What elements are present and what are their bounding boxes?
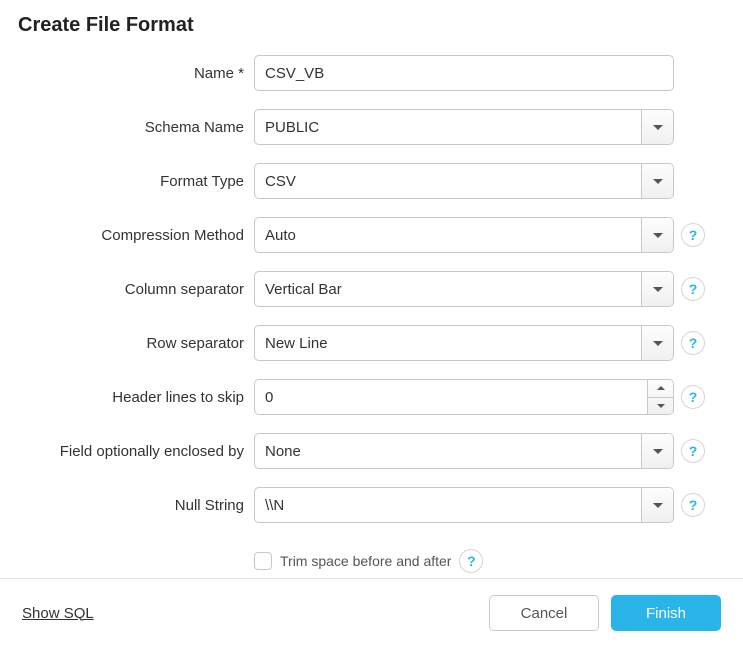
help-icon[interactable]: ? [681,439,705,463]
format-type-select[interactable]: CSV [254,163,674,199]
null-string-dropdown-button[interactable] [641,488,673,522]
row-schema: Schema Name PUBLIC [0,109,739,145]
enclosed-by-value: None [255,443,641,460]
trim-checkbox[interactable] [254,552,272,570]
help-icon[interactable]: ? [459,549,483,573]
schema-select[interactable]: PUBLIC [254,109,674,145]
row-sep-value: New Line [255,335,641,352]
row-compression: Compression Method Auto ? [0,217,739,253]
chevron-down-icon [653,125,663,130]
help-icon[interactable]: ? [681,493,705,517]
row-sep-dropdown-button[interactable] [641,326,673,360]
row-null-string: Null String \\N ? [0,487,739,523]
show-sql-link[interactable]: Show SQL [22,605,94,622]
label-enclosed-by: Field optionally enclosed by [0,443,254,460]
help-icon[interactable]: ? [681,223,705,247]
name-input[interactable] [254,55,674,91]
triangle-down-icon [657,404,665,408]
col-sep-select[interactable]: Vertical Bar [254,271,674,307]
label-schema: Schema Name [0,119,254,136]
row-enclosed-by: Field optionally enclosed by None ? [0,433,739,469]
label-format-type: Format Type [0,173,254,190]
compression-value: Auto [255,227,641,244]
header-skip-stepper[interactable]: 0 [254,379,674,415]
row-trim: Trim space before and after ? [0,541,739,577]
row-col-sep: Column separator Vertical Bar ? [0,271,739,307]
spin-down-button[interactable] [648,398,673,415]
chevron-down-icon [653,233,663,238]
triangle-up-icon [657,386,665,390]
help-icon[interactable]: ? [681,277,705,301]
row-header-skip: Header lines to skip 0 ? [0,379,739,415]
label-header-skip: Header lines to skip [0,389,254,406]
dialog-header: Create File Format [0,0,743,45]
header-skip-spinner [647,380,673,414]
finish-button[interactable]: Finish [611,595,721,631]
label-compression: Compression Method [0,227,254,244]
help-icon[interactable]: ? [681,385,705,409]
trim-label: Trim space before and after [280,553,451,569]
format-type-dropdown-button[interactable] [641,164,673,198]
col-sep-value: Vertical Bar [255,281,641,298]
null-string-select[interactable]: \\N [254,487,674,523]
label-name: Name * [0,65,254,82]
enclosed-by-select[interactable]: None [254,433,674,469]
chevron-down-icon [653,449,663,454]
chevron-down-icon [653,179,663,184]
label-row-sep: Row separator [0,335,254,352]
spin-up-button[interactable] [648,380,673,398]
row-row-sep: Row separator New Line ? [0,325,739,361]
null-string-value: \\N [255,497,641,514]
cancel-button[interactable]: Cancel [489,595,599,631]
dialog-footer: Show SQL Cancel Finish [0,578,743,647]
row-format-type: Format Type CSV [0,163,739,199]
enclosed-by-dropdown-button[interactable] [641,434,673,468]
compression-select[interactable]: Auto [254,217,674,253]
chevron-down-icon [653,341,663,346]
row-sep-select[interactable]: New Line [254,325,674,361]
help-icon[interactable]: ? [681,331,705,355]
label-null-string: Null String [0,497,254,514]
col-sep-dropdown-button[interactable] [641,272,673,306]
chevron-down-icon [653,503,663,508]
header-skip-value: 0 [255,389,647,406]
dialog-title: Create File Format [18,14,725,37]
label-col-sep: Column separator [0,281,254,298]
chevron-down-icon [653,287,663,292]
row-name: Name * [0,55,739,91]
schema-dropdown-button[interactable] [641,110,673,144]
schema-value: PUBLIC [255,119,641,136]
form-scroll-area[interactable]: Name * Schema Name PUBLIC Format Type CS… [0,45,743,578]
compression-dropdown-button[interactable] [641,218,673,252]
format-type-value: CSV [255,173,641,190]
